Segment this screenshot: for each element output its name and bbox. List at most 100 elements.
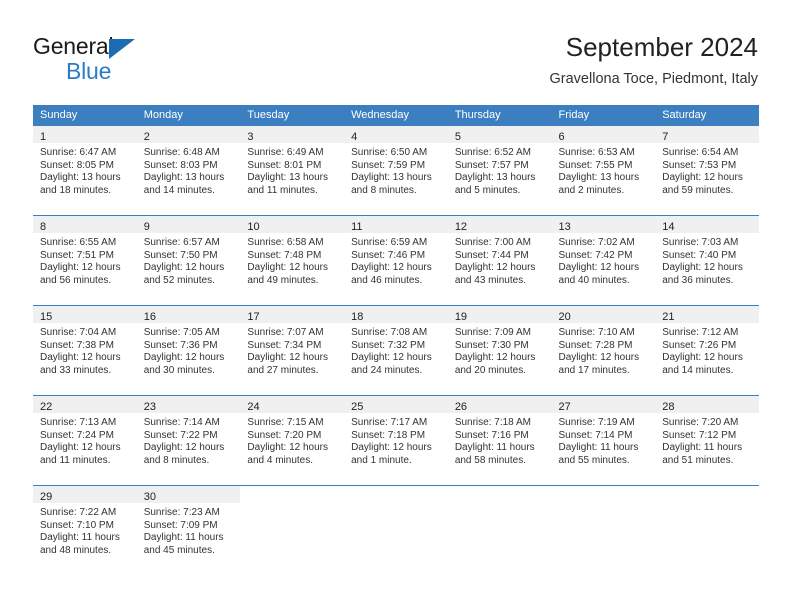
day-number-band: 20 xyxy=(551,306,656,323)
calendar-day-cell[interactable]: 6 Sunrise: 6:53 AM Sunset: 7:55 PM Daylight… xyxy=(551,126,656,215)
sunrise-text: Sunrise: 7:19 AM xyxy=(558,417,635,428)
calendar-day-cell[interactable]: 16 Sunrise: 7:05 AM Sunset: 7:36 PM Dayligh… xyxy=(136,306,241,395)
sunrise-text: Sunrise: 7:12 AM xyxy=(662,327,739,338)
day-number-band: 26 xyxy=(447,396,552,413)
calendar-week-row: 15 Sunrise: 7:04 AM Sunset: 7:38 PM Dayligh… xyxy=(33,305,759,395)
daylight-text-line1: Daylight: 12 hours xyxy=(662,352,743,364)
calendar-day-cell[interactable]: 22 Sunrise: 7:13 AM Sunset: 7:24 PM Dayligh… xyxy=(33,396,137,485)
calendar-day-cell[interactable]: 11 Sunrise: 6:59 AM Sunset: 7:46 PM Dayligh… xyxy=(344,216,448,305)
day-number-band: 2 xyxy=(136,126,241,143)
sunrise-text: Sunrise: 6:55 AM xyxy=(40,237,117,248)
day-number: 16 xyxy=(143,311,156,323)
day-details: Sunrise: 7:22 AM Sunset: 7:10 PM Daylight:… xyxy=(33,503,137,575)
calendar-day-cell-empty xyxy=(240,486,345,575)
day-of-week-friday: Friday xyxy=(558,109,590,121)
calendar-day-cell[interactable]: 19 Sunrise: 7:09 AM Sunset: 7:30 PM Dayligh… xyxy=(447,306,552,395)
sunrise-text: Sunrise: 6:57 AM xyxy=(143,237,220,248)
day-number-band: 13 xyxy=(551,216,656,233)
calendar-day-cell[interactable]: 17 Sunrise: 7:07 AM Sunset: 7:34 PM Dayligh… xyxy=(240,306,345,395)
day-of-week-saturday: Saturday xyxy=(662,109,707,121)
day-number: 12 xyxy=(454,221,468,233)
day-details: Sunrise: 7:20 AM Sunset: 7:12 PM Daylight:… xyxy=(655,413,759,485)
sunrise-text: Sunrise: 7:08 AM xyxy=(351,327,428,338)
calendar-day-cell[interactable]: 1 Sunrise: 6:47 AM Sunset: 8:05 PM Daylight… xyxy=(33,126,137,215)
day-of-week-thursday: Thursday xyxy=(454,109,501,121)
day-number-band: 16 xyxy=(136,306,241,323)
daylight-text-line1: Daylight: 13 hours xyxy=(454,172,536,184)
sunrise-text: Sunrise: 7:14 AM xyxy=(143,417,220,428)
day-details: Sunrise: 7:14 AM Sunset: 7:22 PM Daylight:… xyxy=(137,413,241,485)
calendar-day-cell-empty xyxy=(344,486,448,575)
day-number: 20 xyxy=(558,311,571,323)
day-details: Sunrise: 7:17 AM Sunset: 7:18 PM Daylight:… xyxy=(344,413,448,485)
calendar-day-cell[interactable]: 7 Sunrise: 6:54 AM Sunset: 7:53 PM Daylight… xyxy=(655,126,759,215)
sunrise-text: Sunrise: 7:17 AM xyxy=(351,417,428,428)
sunrise-text: Sunrise: 7:22 AM xyxy=(40,507,117,518)
day-number-band: 11 xyxy=(344,216,448,233)
daylight-text-line1: Daylight: 12 hours xyxy=(247,442,329,454)
sunset-text: Sunset: 7:42 PM xyxy=(558,249,633,261)
day-details xyxy=(552,503,656,575)
day-details xyxy=(655,503,759,575)
day-number-band: 23 xyxy=(136,396,241,413)
daylight-text-line2: and 8 minutes. xyxy=(351,184,417,196)
day-details: Sunrise: 6:49 AM Sunset: 8:01 PM Daylight:… xyxy=(240,143,344,215)
day-number-band: 24 xyxy=(240,396,345,413)
day-details: Sunrise: 7:04 AM Sunset: 7:38 PM Daylight:… xyxy=(33,323,137,395)
calendar-day-cell[interactable]: 15 Sunrise: 7:04 AM Sunset: 7:38 PM Dayligh… xyxy=(33,306,137,395)
day-of-week-header-row: Sunday Monday Tuesday Wednesday Thursday Frid… xyxy=(33,105,759,126)
daylight-text-line2: and 55 minutes. xyxy=(558,454,630,466)
calendar-day-cell[interactable]: 26 Sunrise: 7:18 AM Sunset: 7:16 PM Dayligh… xyxy=(447,396,552,485)
daylight-text-line1: Daylight: 12 hours xyxy=(558,262,640,274)
calendar-day-cell[interactable]: 2 Sunrise: 6:48 AM Sunset: 8:03 PM Daylight… xyxy=(136,126,241,215)
day-number-band: 21 xyxy=(655,306,759,323)
calendar-day-cell[interactable]: 27 Sunrise: 7:19 AM Sunset: 7:14 PM Dayligh… xyxy=(551,396,656,485)
sunset-text: Sunset: 8:03 PM xyxy=(143,159,218,171)
calendar-day-cell[interactable]: 25 Sunrise: 7:17 AM Sunset: 7:18 PM Dayligh… xyxy=(344,396,448,485)
calendar-day-cell[interactable]: 13 Sunrise: 7:02 AM Sunset: 7:42 PM Dayligh… xyxy=(551,216,656,305)
calendar-day-cell[interactable]: 30 Sunrise: 7:23 AM Sunset: 7:09 PM Dayligh… xyxy=(136,486,241,575)
daylight-text-line1: Daylight: 12 hours xyxy=(143,352,225,364)
calendar-day-cell[interactable]: 10 Sunrise: 6:58 AM Sunset: 7:48 PM Dayligh… xyxy=(240,216,345,305)
daylight-text-line2: and 11 minutes. xyxy=(247,184,318,196)
calendar-day-cell[interactable]: 3 Sunrise: 6:49 AM Sunset: 8:01 PM Daylight… xyxy=(240,126,345,215)
daylight-text-line1: Daylight: 13 hours xyxy=(143,172,225,184)
calendar-week-row: 8 Sunrise: 6:55 AM Sunset: 7:51 PM Daylight… xyxy=(33,215,759,305)
day-number: 6 xyxy=(558,131,565,143)
calendar-day-cell[interactable]: 24 Sunrise: 7:15 AM Sunset: 7:20 PM Dayligh… xyxy=(240,396,345,485)
day-details: Sunrise: 7:18 AM Sunset: 7:16 PM Daylight:… xyxy=(448,413,552,485)
day-number-band: 15 xyxy=(33,306,137,323)
calendar-day-cell[interactable]: 28 Sunrise: 7:20 AM Sunset: 7:12 PM Dayligh… xyxy=(655,396,759,485)
page-subtitle: Gravellona Toce, Piedmont, Italy xyxy=(549,71,758,87)
day-details: Sunrise: 6:52 AM Sunset: 7:57 PM Daylight:… xyxy=(448,143,552,215)
calendar-day-cell[interactable]: 14 Sunrise: 7:03 AM Sunset: 7:40 PM Dayligh… xyxy=(655,216,759,305)
calendar-day-cell[interactable]: 23 Sunrise: 7:14 AM Sunset: 7:22 PM Dayligh… xyxy=(136,396,241,485)
daylight-text-line2: and 56 minutes. xyxy=(40,274,112,286)
sunrise-text: Sunrise: 6:53 AM xyxy=(558,147,635,158)
calendar-day-cell[interactable]: 4 Sunrise: 6:50 AM Sunset: 7:59 PM Daylight… xyxy=(344,126,448,215)
calendar-day-cell[interactable]: 29 Sunrise: 7:22 AM Sunset: 7:10 PM Dayligh… xyxy=(33,486,137,575)
day-details: Sunrise: 6:54 AM Sunset: 7:53 PM Daylight:… xyxy=(655,143,759,215)
calendar-weeks: 1 Sunrise: 6:47 AM Sunset: 8:05 PM Daylight… xyxy=(33,126,759,575)
calendar-day-cell[interactable]: 20 Sunrise: 7:10 AM Sunset: 7:28 PM Dayligh… xyxy=(551,306,656,395)
sunset-text: Sunset: 7:40 PM xyxy=(662,249,737,261)
calendar-day-cell[interactable]: 18 Sunrise: 7:08 AM Sunset: 7:32 PM Dayligh… xyxy=(344,306,448,395)
calendar-day-cell[interactable]: 8 Sunrise: 6:55 AM Sunset: 7:51 PM Daylight… xyxy=(33,216,137,305)
sunset-text: Sunset: 7:46 PM xyxy=(351,249,426,261)
day-number: 26 xyxy=(454,401,468,413)
day-number-band: 30 xyxy=(136,486,241,503)
calendar-day-cell[interactable]: 9 Sunrise: 6:57 AM Sunset: 7:50 PM Daylight… xyxy=(136,216,241,305)
sunset-text: Sunset: 7:10 PM xyxy=(40,519,114,531)
day-number-band: 28 xyxy=(655,396,759,413)
brand-logo[interactable]: General Blue xyxy=(33,33,273,89)
calendar-day-cell[interactable]: 21 Sunrise: 7:12 AM Sunset: 7:26 PM Dayligh… xyxy=(655,306,759,395)
daylight-text-line2: and 8 minutes. xyxy=(143,454,210,466)
daylight-text-line1: Daylight: 12 hours xyxy=(454,352,536,364)
day-details: Sunrise: 6:47 AM Sunset: 8:05 PM Daylight:… xyxy=(33,143,137,215)
daylight-text-line2: and 30 minutes. xyxy=(143,364,215,376)
calendar-day-cell[interactable]: 5 Sunrise: 6:52 AM Sunset: 7:57 PM Daylight… xyxy=(447,126,552,215)
sunset-text: Sunset: 7:26 PM xyxy=(662,339,737,351)
day-number-band: 19 xyxy=(447,306,552,323)
day-number: 9 xyxy=(143,221,150,233)
calendar-day-cell[interactable]: 12 Sunrise: 7:00 AM Sunset: 7:44 PM Dayligh… xyxy=(447,216,552,305)
